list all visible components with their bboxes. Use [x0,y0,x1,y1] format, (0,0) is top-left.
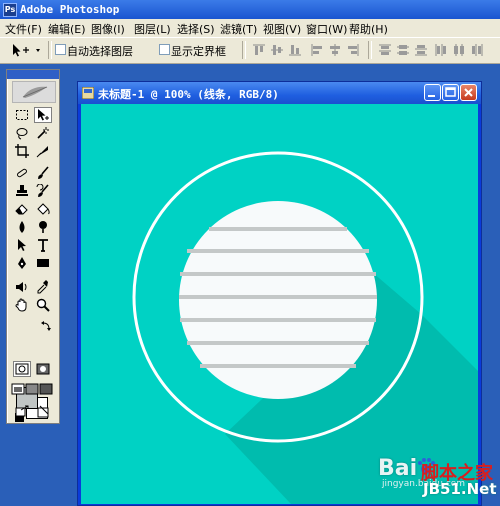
close-button[interactable] [460,84,477,101]
align-hcenter-icon[interactable] [328,43,342,57]
marquee-tool-icon[interactable] [13,107,31,123]
move-tool-icon[interactable] [34,107,52,123]
site-url-watermark: JB51.Net [423,480,497,498]
move-tool-icon [13,44,40,57]
lasso-tool-icon[interactable] [13,125,31,141]
standard-mode-icon[interactable] [13,361,31,377]
maximize-button[interactable] [442,84,459,101]
options-bar: 自动选择图层 显示定界框 [0,37,500,64]
toolbox [6,69,60,424]
align-bottom-icon[interactable] [288,43,302,57]
distribute-vcenter-icon[interactable] [396,43,410,57]
screen-mode-full-menu-icon[interactable] [25,381,39,397]
show-bounding-box-checkbox[interactable] [159,44,170,55]
document-icon [81,86,95,100]
document-titlebar[interactable]: 未标题-1 @ 100% (线条, RGB/8) [78,82,481,104]
notes-tool-icon[interactable] [13,279,31,295]
menu-edit[interactable]: 编辑(E) [48,21,86,37]
canvas-artwork [81,104,478,504]
magic-wand-icon[interactable] [34,125,52,141]
imageready-icon[interactable] [34,403,52,419]
dodge-tool-icon[interactable] [34,219,52,235]
shape-tool-icon[interactable] [34,255,52,271]
menu-file[interactable]: 文件(F) [5,21,42,37]
brush-tool-icon[interactable] [34,165,52,181]
show-bounding-box-label: 显示定界框 [171,45,226,58]
baidu-watermark: Bai [378,456,418,481]
eraser-tool-icon[interactable] [13,201,31,217]
jump-to-imageready-icon[interactable] [13,403,31,419]
feather-logo-icon[interactable] [12,81,56,103]
pen-tool-icon[interactable] [13,255,31,271]
menu-view[interactable]: 视图(V) [263,21,301,37]
photoshop-icon: Ps [3,3,17,17]
document-canvas[interactable] [81,104,478,504]
menu-filter[interactable]: 滤镜(T) [220,21,257,37]
hand-tool-icon[interactable] [13,297,31,313]
menu-select[interactable]: 选择(S) [177,21,215,37]
paint-bucket-icon[interactable] [34,201,52,217]
align-vcenter-icon[interactable] [270,43,284,57]
align-top-icon[interactable] [252,43,266,57]
distribute-left-icon[interactable] [434,43,448,57]
menu-image[interactable]: 图像(I) [91,21,125,37]
clone-stamp-icon[interactable] [13,183,31,199]
auto-select-layer-checkbox[interactable] [55,44,66,55]
menu-layer[interactable]: 图层(L) [134,21,171,37]
separator [242,41,246,59]
align-left-icon[interactable] [310,43,324,57]
zoom-tool-icon[interactable] [34,297,52,313]
app-title: Adobe Photoshop [20,3,120,16]
minimize-button[interactable] [424,84,441,101]
menu-help[interactable]: 帮助(H) [349,21,388,37]
slice-tool-icon[interactable] [34,143,52,159]
tool-preset-picker[interactable] [5,41,45,59]
screen-mode-standard-icon[interactable] [11,381,25,397]
history-brush-icon[interactable] [34,183,52,199]
healing-brush-icon[interactable] [13,165,31,181]
distribute-right-icon[interactable] [470,43,484,57]
path-selection-icon[interactable] [13,237,31,253]
document-title: 未标题-1 @ 100% (线条, RGB/8) [98,88,279,101]
auto-select-layer-label: 自动选择图层 [67,45,133,58]
distribute-top-icon[interactable] [378,43,392,57]
menu-bar: 文件(F) 编辑(E) 图像(I) 图层(L) 选择(S) 滤镜(T) 视图(V… [0,19,500,37]
eyedropper-icon[interactable] [34,279,52,295]
type-tool-icon[interactable] [34,237,52,253]
app-titlebar: Ps Adobe Photoshop [0,0,500,19]
align-right-icon[interactable] [346,43,360,57]
crop-tool-icon[interactable] [13,143,31,159]
menu-window[interactable]: 窗口(W) [306,21,347,37]
quick-mask-icon[interactable] [34,361,52,377]
document-window: 未标题-1 @ 100% (线条, RGB/8) [77,81,482,506]
separator [48,41,52,59]
swap-colors-icon[interactable] [41,321,51,331]
blur-tool-icon[interactable] [13,219,31,235]
distribute-bottom-icon[interactable] [414,43,428,57]
screen-mode-full-icon[interactable] [39,381,53,397]
distribute-hcenter-icon[interactable] [452,43,466,57]
separator [368,41,372,59]
toolbox-grip[interactable] [7,70,59,79]
